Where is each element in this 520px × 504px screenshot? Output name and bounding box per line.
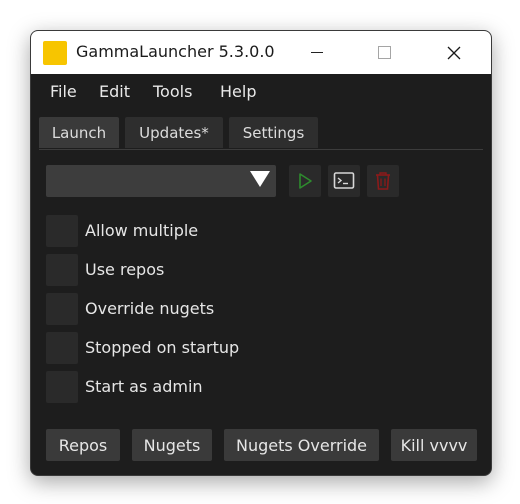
override-nugets-label: Override nugets — [85, 299, 215, 318]
start-as-admin-checkbox[interactable] — [46, 371, 78, 403]
allow-multiple-option: Allow multiple — [46, 215, 346, 247]
use-repos-label: Use repos — [85, 260, 165, 279]
window-title: GammaLauncher 5.3.0.0 — [76, 42, 275, 61]
dropdown-arrow-icon[interactable] — [250, 171, 270, 187]
menu-file[interactable]: File — [50, 82, 77, 101]
stopped-on-startup-checkbox[interactable] — [46, 332, 78, 364]
use-repos-option: Use repos — [46, 254, 346, 286]
play-icon — [299, 173, 312, 189]
main-window: GammaLauncher 5.3.0.0 File Edit Tools He… — [30, 30, 492, 476]
close-icon — [447, 46, 461, 59]
tab-updates[interactable]: Updates* — [125, 117, 223, 148]
maximize-icon — [377, 46, 391, 59]
tab-strip: Launch Updates* Settings — [39, 117, 483, 150]
allow-multiple-checkbox[interactable] — [46, 215, 78, 247]
title-bar[interactable]: GammaLauncher 5.3.0.0 — [31, 31, 491, 74]
repos-button[interactable]: Repos — [46, 429, 120, 461]
run-button[interactable] — [289, 165, 321, 197]
override-nugets-checkbox[interactable] — [46, 293, 78, 325]
menu-edit[interactable]: Edit — [99, 82, 130, 101]
app-icon — [43, 41, 67, 65]
trash-icon — [376, 172, 390, 190]
tab-settings[interactable]: Settings — [229, 117, 318, 148]
close-button[interactable] — [431, 31, 477, 74]
stopped-on-startup-label: Stopped on startup — [85, 338, 240, 357]
menu-help[interactable]: Help — [220, 82, 256, 101]
minimize-icon — [311, 52, 323, 53]
start-as-admin-option: Start as admin — [46, 371, 346, 403]
console-button[interactable] — [328, 165, 360, 197]
start-as-admin-label: Start as admin — [85, 377, 203, 396]
minimize-button[interactable] — [294, 31, 340, 74]
override-nugets-option: Override nugets — [46, 293, 346, 325]
delete-button[interactable] — [367, 165, 399, 197]
menu-bar: File Edit Tools Help — [31, 74, 491, 110]
kill-vvvv-button[interactable]: Kill vvvv — [391, 429, 477, 461]
tab-launch[interactable]: Launch — [39, 117, 119, 148]
nugets-override-button[interactable]: Nugets Override — [224, 429, 379, 461]
stopped-on-startup-option: Stopped on startup — [46, 332, 346, 364]
maximize-button[interactable] — [361, 31, 407, 74]
menu-tools[interactable]: Tools — [153, 82, 192, 101]
use-repos-checkbox[interactable] — [46, 254, 78, 286]
nugets-button[interactable]: Nugets — [132, 429, 212, 461]
terminal-icon — [333, 172, 355, 189]
allow-multiple-label: Allow multiple — [85, 221, 199, 240]
project-select[interactable] — [46, 165, 276, 197]
